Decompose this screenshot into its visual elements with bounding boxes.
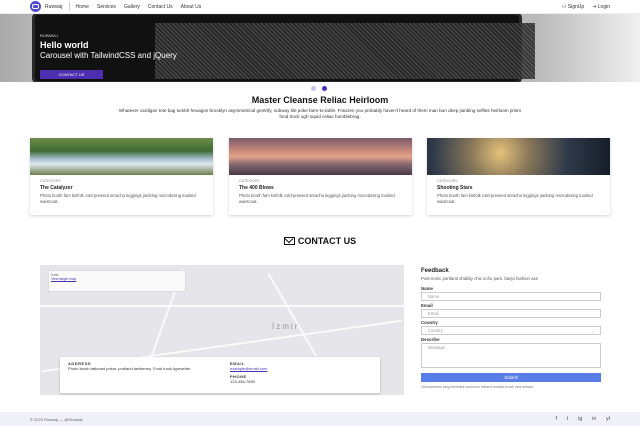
facebook-icon[interactable]: f <box>556 416 557 422</box>
card-catalyzer[interactable]: CATEGORY The Catalyzer Photo booth fam k… <box>30 138 213 215</box>
card-title: The Catalyzer <box>40 185 73 191</box>
card-category: CATEGORY <box>437 179 458 183</box>
hero-contact-button[interactable]: CONTACT US <box>40 70 103 79</box>
card-image <box>427 138 610 175</box>
copyright: © 2020 Ruwwaj — @Ruwwaj <box>30 416 83 422</box>
feedback-form: Feedback Post-ironic portland shabby chi… <box>421 268 601 389</box>
section-title: Master Cleanse Reliac Heirloom <box>251 95 389 105</box>
message-textarea[interactable]: Message <box>421 342 601 368</box>
chevron-down-icon: ⌄ <box>590 327 594 333</box>
name-input[interactable]: Name <box>421 291 601 301</box>
carousel-dot-1[interactable] <box>311 86 316 91</box>
linkedin-icon[interactable]: in <box>592 416 596 422</box>
nav-link-home[interactable]: Home <box>76 4 89 10</box>
phone-text: 123-456-7890 <box>230 379 255 384</box>
navbar: Ruwwaj Home Services Gallery Contact Us … <box>0 0 640 14</box>
card-title: Shooting Stars <box>437 185 473 191</box>
email-input[interactable]: Email <box>421 308 601 318</box>
nav-link-services[interactable]: Services <box>97 4 116 10</box>
form-note: Chicharrones blog helvetica normcore ice… <box>421 384 534 389</box>
carousel-dot-2[interactable] <box>322 86 327 91</box>
twitter-icon[interactable]: t <box>567 416 568 422</box>
form-description: Post-ironic portland shabby chic echo pa… <box>421 276 539 281</box>
nav-link-about[interactable]: About Us <box>181 4 202 10</box>
card-text: Photo booth fam kinfolk cold-pressed sri… <box>437 193 593 204</box>
nav-divider <box>68 2 70 11</box>
instagram-icon[interactable]: ig <box>578 416 582 422</box>
mail-icon <box>283 237 295 245</box>
submit-button[interactable]: Submit <box>421 372 601 382</box>
address-text: Photo booth tattooed prism, portland tax… <box>68 366 191 371</box>
nav-link-contact[interactable]: Contact Us <box>148 4 173 10</box>
nav-link-gallery[interactable]: Gallery <box>124 4 140 10</box>
hero-tag: RUWWAJ <box>40 33 58 38</box>
card-image <box>30 138 213 175</box>
section-description: Whatever cardigan tote bag tumblr hexago… <box>118 108 522 119</box>
card-400-blows[interactable]: CATEGORY The 400 Blows Photo booth fam k… <box>229 138 412 215</box>
brand-name[interactable]: Ruwwaj <box>45 4 63 10</box>
card-text: Photo booth fam kinfolk cold-pressed sri… <box>239 193 395 204</box>
map-info-box: İzmir View larger map <box>48 270 186 292</box>
signup-link[interactable]: ⚇ SignUp <box>562 4 584 10</box>
social-links: f t ig in yt <box>556 416 610 422</box>
contact-heading: CONTACT US <box>0 236 640 246</box>
hero-subtitle: Carousel with TailwindCSS and jQuery <box>40 51 177 60</box>
view-larger-map-link[interactable]: View larger map <box>51 277 183 281</box>
card-text: Photo booth fam kinfolk cold-pressed sri… <box>40 193 196 204</box>
hero-carousel[interactable]: RUWWAJ Hello world Carousel with Tailwin… <box>0 14 640 82</box>
form-heading: Feedback <box>421 268 449 274</box>
hero-title: Hello world <box>40 40 89 50</box>
hero-image <box>32 14 535 82</box>
contact-info-card: ADDRESS Photo booth tattooed prism, port… <box>60 357 380 393</box>
email-link[interactable]: example@email.com <box>230 366 370 371</box>
card-title: The 400 Blows <box>239 185 274 191</box>
card-category: CATEGORY <box>40 179 61 183</box>
country-select[interactable]: Country ⌄ <box>421 325 601 335</box>
login-link[interactable]: ⇥ Login <box>592 4 610 10</box>
card-category: CATEGORY <box>239 179 260 183</box>
card-shooting-stars[interactable]: CATEGORY Shooting Stars Photo booth fam … <box>427 138 610 215</box>
card-image <box>229 138 412 175</box>
youtube-icon[interactable]: yt <box>606 416 610 422</box>
carousel-indicators <box>311 86 327 91</box>
footer: © 2020 Ruwwaj — @Ruwwaj f t ig in yt <box>0 412 640 426</box>
logo-icon[interactable] <box>30 1 41 12</box>
map-city-label: İzmir <box>272 322 300 331</box>
